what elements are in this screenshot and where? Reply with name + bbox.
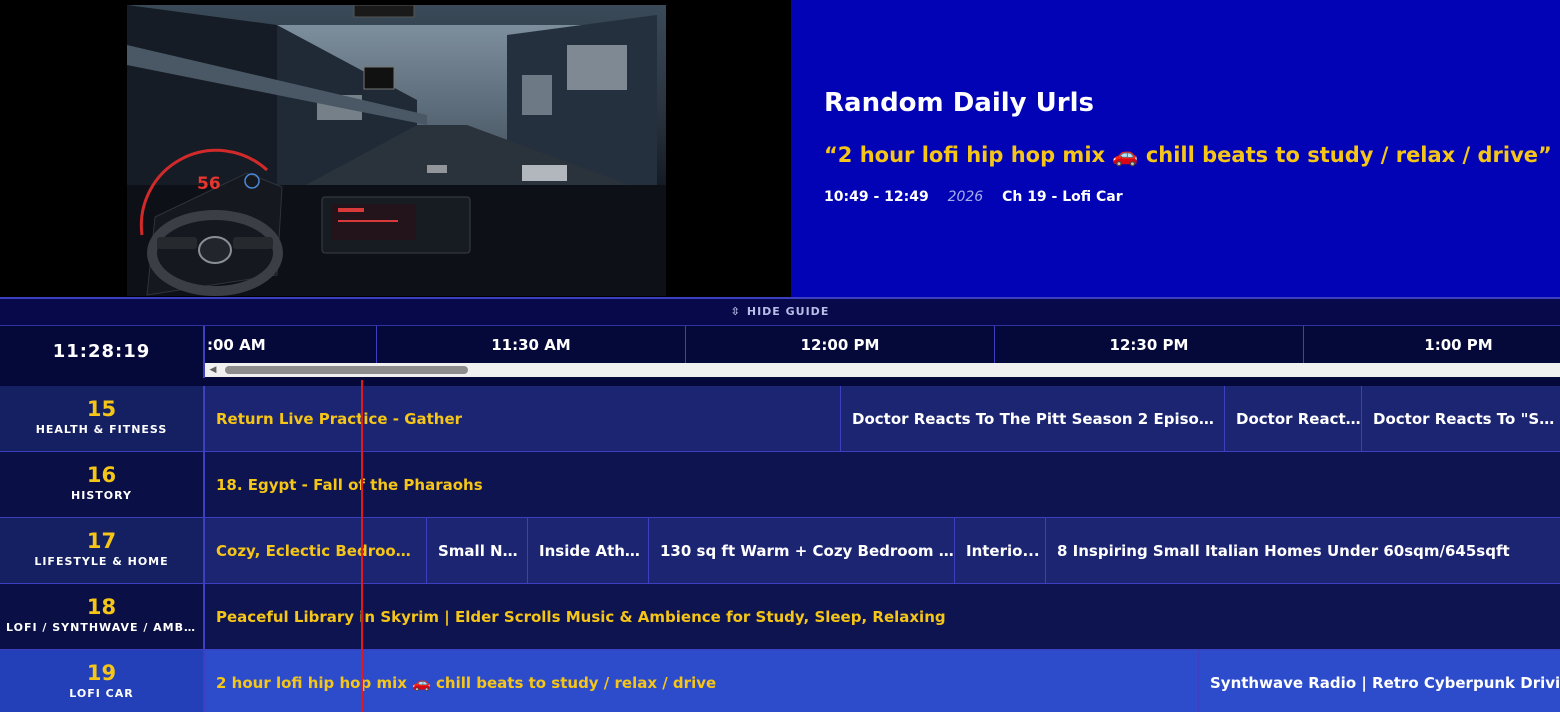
channel-name: HEALTH & FITNESS	[35, 423, 168, 436]
time-slot-label: :00 AM	[207, 336, 266, 354]
channel-row: 16 HISTORY 18. Egypt - Fall of the Phara…	[0, 452, 1560, 518]
speed-readout: 56	[197, 174, 221, 194]
collapse-icon: ⇳	[730, 305, 741, 318]
channel-row: 17 LIFESTYLE & HOME Cozy, Eclectic Bedro…	[0, 518, 1560, 584]
guide-toggle-bar: ⇳ HIDE GUIDE	[0, 297, 1560, 325]
channel-name: LOFI / SYNTHWAVE / AMBI...	[6, 621, 203, 634]
channel-number: 17	[86, 529, 117, 553]
program-cell[interactable]: Interio...	[955, 518, 1046, 583]
time-slot-label: 1:00 PM	[1303, 326, 1560, 364]
hide-guide-label: HIDE GUIDE	[746, 305, 830, 318]
time-slot-label: 12:00 PM	[685, 326, 994, 364]
program-cell[interactable]: Doctor Reacts To The Pitt Season 2 Episo…	[841, 386, 1225, 451]
channel-label[interactable]: 19 LOFI CAR	[0, 650, 205, 712]
program-channel: Ch 19 - Lofi Car	[1002, 189, 1123, 205]
current-clock: 11:28:19	[0, 326, 205, 378]
channel-label[interactable]: 15 HEALTH & FITNESS	[0, 386, 205, 451]
program-cell[interactable]: Inside Athe...	[528, 518, 649, 583]
video-frame-illustration: 56	[127, 5, 666, 296]
channel-name: LIFESTYLE & HOME	[34, 555, 169, 568]
time-slot-label: 11:30 AM	[376, 326, 685, 364]
program-cell[interactable]: 8 Inspiring Small Italian Homes Under 60…	[1046, 518, 1560, 583]
program-cell[interactable]: 2 hour lofi hip hop mix 🚗 chill beats to…	[205, 650, 1199, 712]
program-cell[interactable]: 130 sq ft Warm + Cozy Bedroom Fo...	[649, 518, 955, 583]
channel-number: 15	[86, 397, 117, 421]
program-cell[interactable]: Small Na...	[427, 518, 528, 583]
channel-row-active: 19 LOFI CAR 2 hour lofi hip hop mix 🚗 ch…	[0, 650, 1560, 712]
program-time-range: 10:49 - 12:49	[824, 189, 929, 205]
current-program-title: “2 hour lofi hip hop mix 🚗 chill beats t…	[824, 143, 1552, 167]
horizontal-scrollbar[interactable]: ◀	[205, 363, 1560, 377]
program-cell[interactable]: Return Live Practice - Gather	[205, 386, 841, 451]
hide-guide-button[interactable]: ⇳ HIDE GUIDE	[731, 305, 830, 318]
program-meta: 10:49 - 12:49 2026 Ch 19 - Lofi Car	[824, 189, 1123, 205]
program-info-panel: Random Daily Urls “2 hour lofi hip hop m…	[791, 0, 1560, 297]
current-time-indicator	[361, 380, 363, 712]
channel-row: 15 HEALTH & FITNESS Return Live Practice…	[0, 386, 1560, 452]
video-player[interactable]: 56	[127, 5, 666, 296]
program-cell[interactable]: Doctor Reacts To "Stran...	[1362, 386, 1560, 451]
channel-number: 16	[86, 463, 117, 487]
program-cell[interactable]: 18. Egypt - Fall of the Pharaohs	[205, 452, 1560, 517]
program-cell[interactable]: Peaceful Library in Skyrim | Elder Scrol…	[205, 584, 1560, 649]
channel-number: 19	[86, 661, 117, 685]
channel-grid: 15 HEALTH & FITNESS Return Live Practice…	[0, 386, 1560, 712]
top-panel: 56 Random Daily Urls “2 hour lofi hip ho…	[0, 0, 1560, 297]
program-cell[interactable]: Synthwave Radio | Retro Cyberpunk Drivin…	[1199, 650, 1560, 712]
program-cell[interactable]: Cozy, Eclectic Bedroom ...	[205, 518, 427, 583]
scroll-left-arrow-icon[interactable]: ◀	[207, 364, 219, 376]
time-slot-label: 12:30 PM	[994, 326, 1303, 364]
channel-label[interactable]: 16 HISTORY	[0, 452, 205, 517]
program-cell[interactable]: Doctor React...	[1225, 386, 1362, 451]
program-year: 2026	[947, 189, 984, 205]
scrollbar-thumb[interactable]	[225, 366, 468, 374]
channel-row: 18 LOFI / SYNTHWAVE / AMBI... Peaceful L…	[0, 584, 1560, 650]
channel-label[interactable]: 18 LOFI / SYNTHWAVE / AMBI...	[0, 584, 205, 649]
info-title: Random Daily Urls	[824, 88, 1094, 118]
channel-name: LOFI CAR	[69, 687, 134, 700]
channel-name: HISTORY	[71, 489, 132, 502]
channel-label[interactable]: 17 LIFESTYLE & HOME	[0, 518, 205, 583]
channel-number: 18	[86, 595, 117, 619]
